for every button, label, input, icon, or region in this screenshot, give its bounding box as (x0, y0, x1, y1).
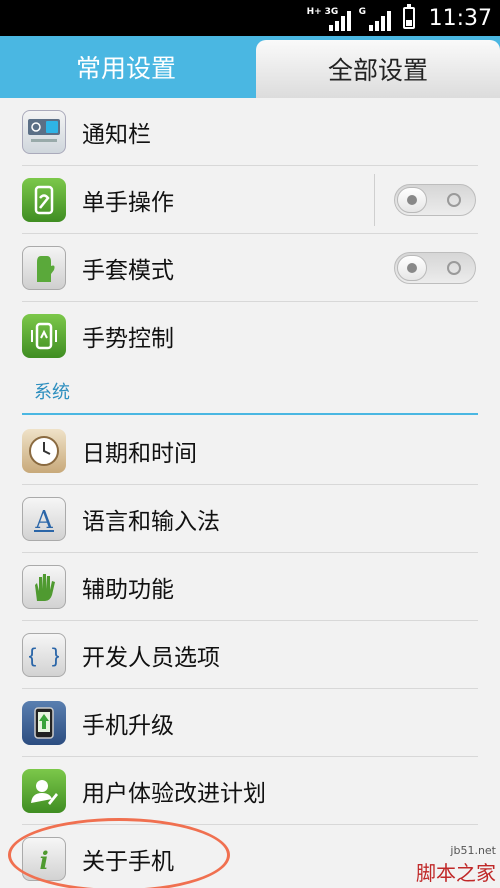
phone-upgrade-icon (22, 701, 66, 745)
section-underline (22, 413, 478, 415)
list-item-developer-options[interactable]: { } 开发人员选项 (0, 621, 500, 689)
list-item-language-input[interactable]: A 语言和输入法 (0, 485, 500, 553)
list-item-glove-mode[interactable]: 手套模式 (0, 234, 500, 302)
item-label: 用户体验改进计划 (82, 781, 266, 807)
item-label: 手机升级 (82, 713, 174, 739)
item-label: 单手操作 (82, 190, 174, 216)
item-label: 手套模式 (82, 258, 174, 284)
list-item-gesture-control[interactable]: 手势控制 (0, 302, 500, 370)
list-item-user-experience[interactable]: 用户体验改进计划 (0, 757, 500, 825)
mobile-signal-1: H+ 3G (307, 5, 351, 31)
item-label: 语言和输入法 (82, 509, 220, 535)
accessibility-hand-icon (22, 565, 66, 609)
developer-braces-icon: { } (22, 633, 66, 677)
item-label: 手势控制 (82, 326, 174, 352)
toggle-off-indicator (447, 261, 461, 275)
one-hand-icon (22, 178, 66, 222)
watermark: jb51.net 脚本之家 (416, 844, 496, 886)
status-clock: 11:37 (428, 5, 492, 31)
toggle-knob (397, 187, 427, 213)
list-item-date-time[interactable]: 日期和时间 (0, 417, 500, 485)
one-hand-toggle[interactable] (394, 184, 476, 216)
settings-tab-bar: 常用设置 全部设置 (0, 36, 500, 98)
signal-bars-icon-2 (368, 11, 391, 31)
item-label: 日期和时间 (82, 441, 197, 467)
toggle-off-indicator (447, 193, 461, 207)
tab-all-settings[interactable]: 全部设置 (256, 40, 500, 98)
tab-common-settings[interactable]: 常用设置 (0, 36, 252, 98)
toggle-knob (397, 255, 427, 281)
network-type-label-2: G (358, 7, 366, 17)
clock-icon (22, 429, 66, 473)
svg-text:{ }: { } (29, 644, 59, 668)
svg-text:A: A (34, 506, 53, 534)
highlight-annotation-circle (8, 818, 230, 888)
list-item-phone-upgrade[interactable]: 手机升级 (0, 689, 500, 757)
user-experience-icon (22, 769, 66, 813)
list-item-notification-bar[interactable]: 通知栏 (0, 98, 500, 166)
language-icon: A (22, 497, 66, 541)
network-type-label: H+ (306, 7, 322, 17)
item-label: 辅助功能 (82, 577, 174, 603)
watermark-site: jb51.net (450, 844, 496, 857)
battery-icon (402, 4, 415, 29)
item-label: 通知栏 (82, 122, 151, 148)
list-item-accessibility[interactable]: 辅助功能 (0, 553, 500, 621)
watermark-name: 脚本之家 (416, 861, 496, 885)
status-bar: H+ 3G G 11:37 (0, 0, 500, 36)
gesture-icon (22, 314, 66, 358)
notification-bar-icon (22, 110, 66, 154)
network-sub-label: 3G (324, 7, 339, 17)
glove-icon (22, 246, 66, 290)
row-divider (374, 174, 375, 226)
item-label: 开发人员选项 (82, 645, 220, 671)
section-title: 系统 (34, 382, 70, 403)
glove-mode-toggle[interactable] (394, 252, 476, 284)
settings-list: 通知栏 单手操作 手套模式 手势控制 系统 日期和时间 A 语言和输入法 辅助功… (0, 98, 500, 888)
status-indicators: H+ 3G G 11:37 (307, 0, 492, 36)
section-header-system: 系统 (0, 370, 500, 417)
list-item-one-hand[interactable]: 单手操作 (0, 166, 500, 234)
mobile-signal-2: G (359, 5, 391, 31)
